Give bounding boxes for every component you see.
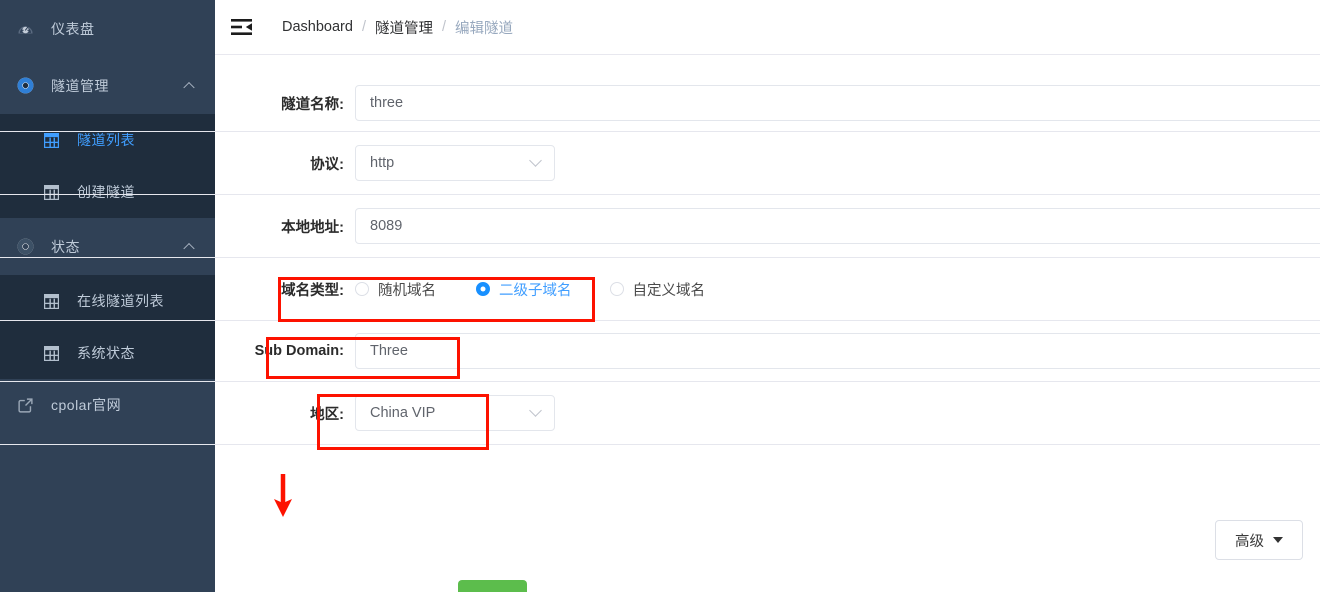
radio-label: 二级子域名: [499, 282, 572, 299]
chevron-down-icon: [529, 403, 542, 417]
sidebar-item-label: 仪表盘: [51, 20, 95, 37]
form-row-tunnel-name: 隧道名称: three: [215, 75, 1320, 131]
form-divider: [0, 444, 1320, 445]
chevron-up-icon: [183, 81, 195, 93]
app-root: 仪表盘 隧道管理 隧道列表 创建隧道 状态 在线隧道列表 系统状态 cpolar…: [0, 0, 1320, 592]
sub-domain-input[interactable]: Three: [355, 333, 1320, 369]
external-link-icon: [14, 394, 36, 416]
status-icon: [14, 236, 36, 258]
protocol-select[interactable]: http: [355, 145, 555, 181]
advanced-button-label: 高级: [1235, 533, 1264, 550]
form-row-domain-type: 域名类型: 随机域名 二级子域名 自定义域名: [215, 258, 1320, 320]
radio-label: 自定义域名: [632, 282, 706, 299]
sidebar-item-label: 系统状态: [77, 345, 135, 361]
form-row-region: 地区: China VIP: [215, 382, 1320, 444]
breadcrumb: Dashboard / 隧道管理 / 编辑隧道: [282, 17, 513, 38]
sidebar: 仪表盘 隧道管理 隧道列表 创建隧道 状态 在线隧道列表 系统状态 cpolar…: [0, 0, 215, 592]
sidebar-item-label: 隧道列表: [77, 132, 135, 148]
sidebar-item-system-status[interactable]: 系统状态: [0, 327, 215, 379]
grid-icon: [40, 290, 62, 312]
radio-custom-domain[interactable]: 自定义域名: [609, 279, 706, 300]
sidebar-group-status: 状态 在线隧道列表 系统状态: [0, 218, 215, 379]
sidebar-submenu-status: 在线隧道列表 系统状态: [0, 275, 215, 379]
local-address-value: 8089: [370, 218, 403, 234]
grid-icon: [40, 342, 62, 364]
navbar: Dashboard / 隧道管理 / 编辑隧道: [215, 0, 1320, 55]
chevron-up-icon: [183, 242, 195, 254]
sidebar-item-label: 状态: [51, 238, 80, 255]
form-row-protocol: 协议: http: [215, 132, 1320, 194]
menu-fold-icon[interactable]: [231, 13, 259, 41]
sidebar-group-dashboard: 仪表盘: [0, 0, 215, 57]
update-button[interactable]: 更新: [458, 580, 527, 592]
sidebar-item-label: 创建隧道: [77, 184, 135, 200]
sidebar-item-create-tunnel[interactable]: 创建隧道: [0, 166, 215, 218]
form-row-local-address: 本地地址: 8089: [215, 195, 1320, 257]
tunnel-name-value: three: [370, 95, 404, 111]
region-select[interactable]: China VIP: [355, 395, 555, 431]
caret-down-icon: [1273, 537, 1283, 543]
sidebar-item-dashboard[interactable]: 仪表盘: [0, 0, 215, 57]
breadcrumb-item-dashboard[interactable]: Dashboard: [282, 19, 353, 35]
radio-sub-domain[interactable]: 二级子域名: [476, 279, 572, 300]
protocol-value: http: [370, 155, 395, 171]
radio-icon-selected: [476, 282, 490, 296]
tunnel-name-input[interactable]: three: [355, 85, 1320, 121]
tunnel-edit-form: 隧道名称: three 协议: http 本地地址: 8089 域名类型: 随机…: [0, 55, 1320, 592]
form-row-sub-domain: Sub Domain: Three: [215, 321, 1320, 381]
sub-domain-label: Sub Domain:: [254, 343, 344, 359]
tunnel-name-label: 隧道名称:: [281, 96, 344, 113]
radio-icon: [355, 282, 369, 296]
radio-icon: [609, 282, 624, 296]
sidebar-item-tunnel-management[interactable]: 隧道管理: [0, 57, 215, 114]
chevron-down-icon: [529, 153, 542, 167]
breadcrumb-item-edit-tunnel: 编辑隧道: [455, 20, 513, 37]
breadcrumb-separator: /: [441, 19, 446, 35]
grid-icon: [40, 129, 62, 151]
region-label: 地区:: [310, 406, 344, 423]
sidebar-item-status[interactable]: 状态: [0, 218, 215, 275]
radio-label: 随机域名: [378, 282, 436, 299]
sidebar-item-cpolar-website[interactable]: cpolar官网: [0, 379, 215, 431]
local-address-label: 本地地址:: [281, 219, 344, 236]
region-value: China VIP: [370, 405, 436, 421]
local-address-input[interactable]: 8089: [355, 208, 1320, 244]
sub-domain-value: Three: [370, 343, 408, 359]
sidebar-item-label: 在线隧道列表: [77, 293, 164, 309]
tunnel-icon: [14, 75, 36, 97]
advanced-button[interactable]: 高级: [1215, 520, 1303, 560]
sidebar-item-label: cpolar官网: [51, 397, 122, 413]
protocol-label: 协议:: [310, 156, 344, 173]
annotation-arrow-update-button: [274, 474, 292, 517]
sidebar-item-label: 隧道管理: [51, 77, 109, 94]
breadcrumb-item-tunnel-management[interactable]: 隧道管理: [375, 17, 433, 38]
radio-random-domain[interactable]: 随机域名: [355, 279, 436, 300]
breadcrumb-separator: /: [361, 19, 366, 35]
sidebar-submenu-tunnel: 隧道列表 创建隧道: [0, 114, 215, 218]
domain-type-label: 域名类型:: [281, 282, 344, 299]
sidebar-item-tunnel-list[interactable]: 隧道列表: [0, 114, 215, 166]
dashboard-icon: [14, 18, 36, 40]
grid-icon: [40, 181, 62, 203]
main-content: Dashboard / 隧道管理 / 编辑隧道 隧道名称: three 协议:: [0, 0, 1320, 592]
